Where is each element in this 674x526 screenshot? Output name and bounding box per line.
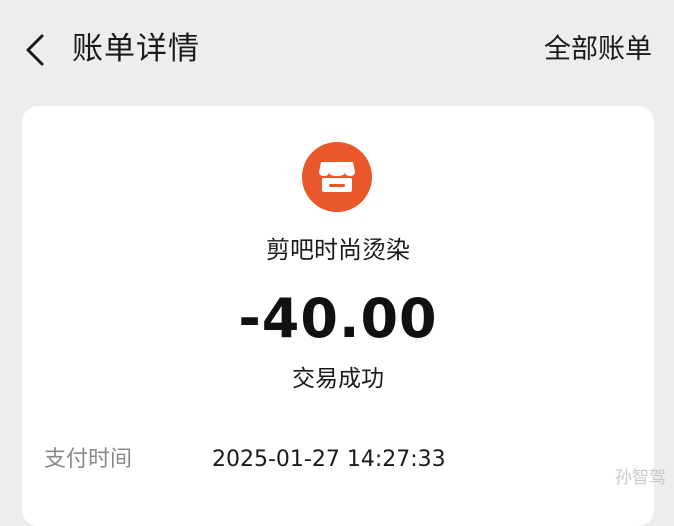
chevron-left-icon [26, 34, 44, 66]
merchant-name: 剪吧时尚烫染 [266, 236, 410, 264]
back-button[interactable] [18, 30, 58, 70]
detail-row-payment-time: 支付时间 2025-01-27 14:27:33 [22, 440, 654, 480]
merchant-avatar [302, 142, 372, 212]
bill-detail-card: 剪吧时尚烫染 -40.00 交易成功 支付时间 2025-01-27 14:27… [22, 106, 654, 526]
transaction-status: 交易成功 [292, 366, 384, 392]
transaction-amount: -40.00 [238, 287, 438, 350]
storefront-icon [319, 162, 355, 192]
detail-value: 2025-01-27 14:27:33 [212, 447, 446, 472]
top-bar: 账单详情 全部账单 [0, 0, 674, 100]
all-bills-link[interactable]: 全部账单 [544, 28, 652, 72]
watermark-text: 孙智驾 [615, 468, 666, 488]
page-title: 账单详情 [72, 31, 200, 67]
watermark: 孙智驾 [615, 466, 666, 490]
detail-label: 支付时间 [44, 447, 133, 472]
